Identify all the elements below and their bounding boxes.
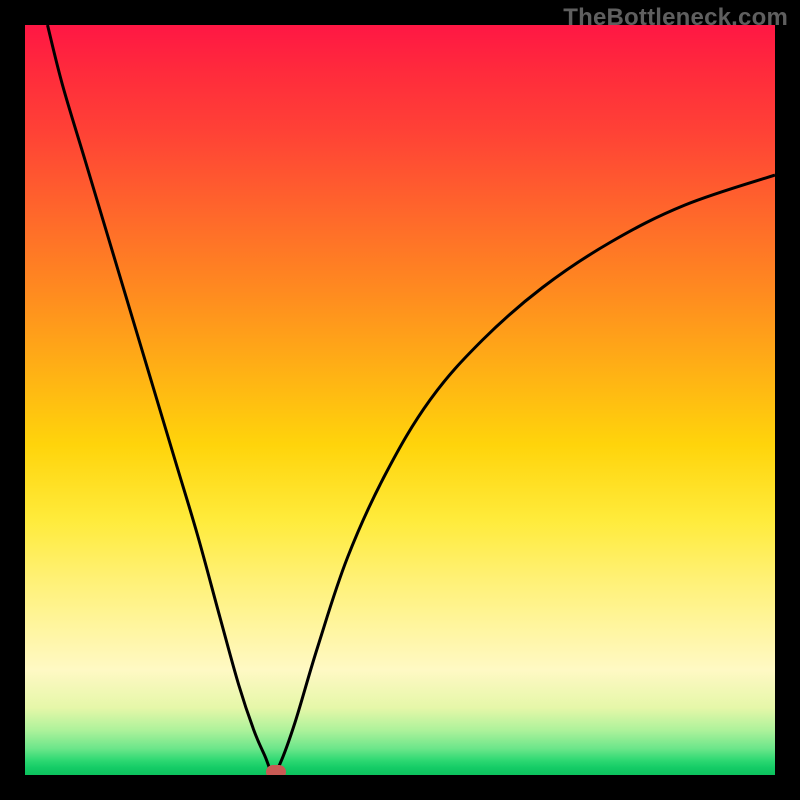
watermark-text: TheBottleneck.com [563, 4, 788, 32]
plot-area [25, 25, 775, 775]
optimal-marker [266, 765, 286, 775]
curve-path [48, 25, 776, 773]
chart-frame: TheBottleneck.com [0, 0, 800, 800]
bottleneck-curve [25, 25, 775, 775]
